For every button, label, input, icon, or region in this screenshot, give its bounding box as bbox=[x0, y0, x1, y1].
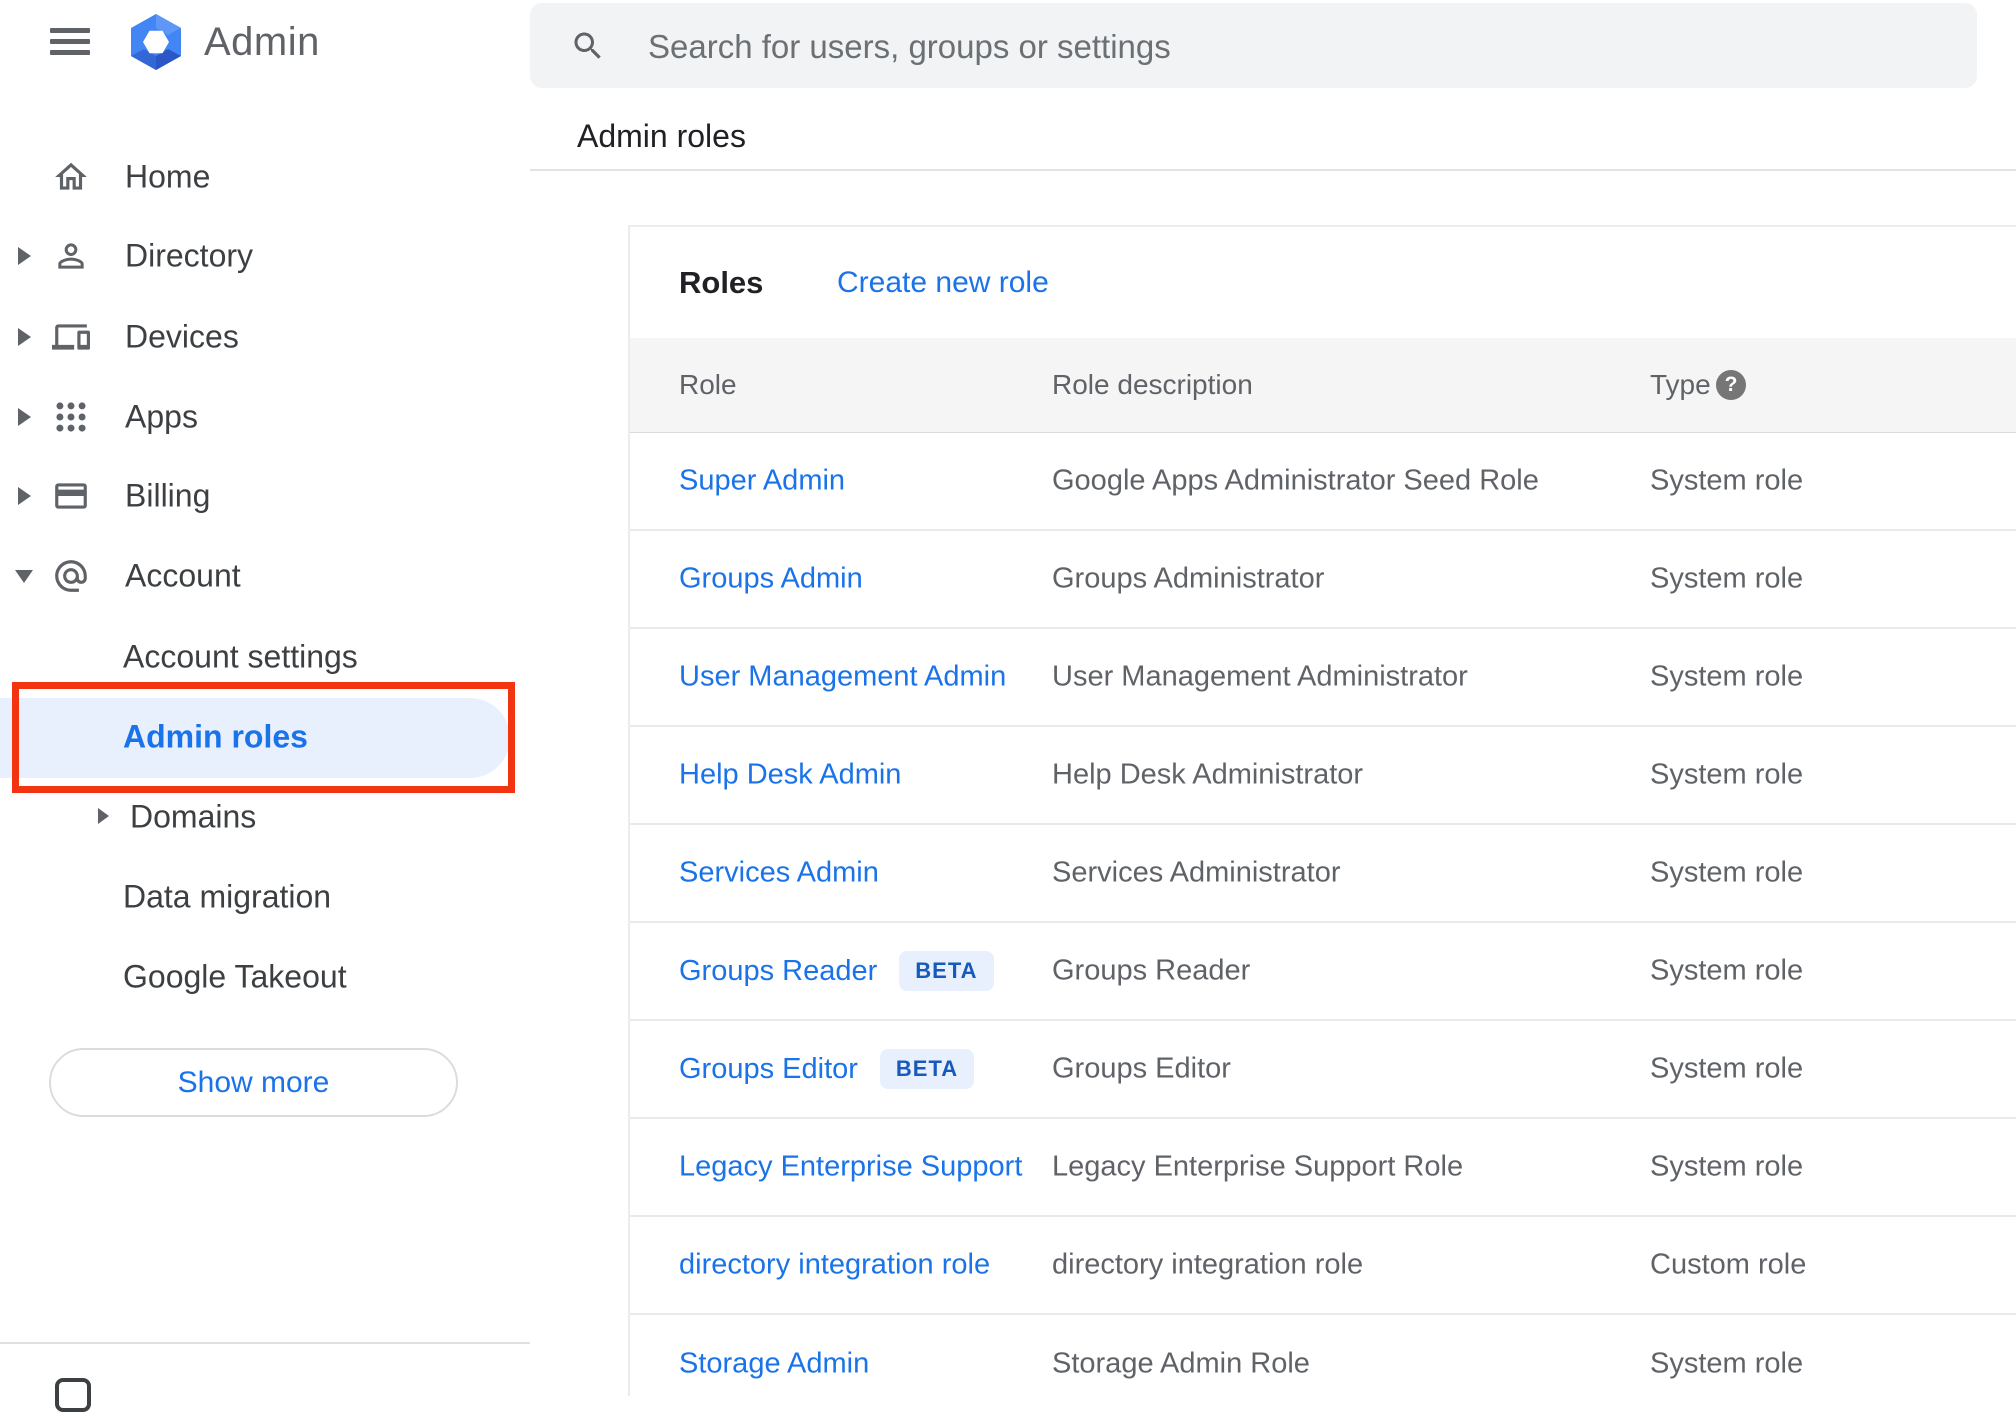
role-link[interactable]: Storage Admin bbox=[679, 1348, 869, 1381]
table-row: directory integration role directory int… bbox=[630, 1217, 2016, 1315]
table-row: Help Desk Admin Help Desk Administrator … bbox=[630, 727, 2016, 825]
role-type: System role bbox=[1650, 856, 1804, 889]
role-description: directory integration role bbox=[1052, 1248, 1364, 1281]
sidebar-item-directory[interactable]: Directory bbox=[0, 216, 512, 296]
sidebar-item-domains[interactable]: Domains bbox=[0, 777, 512, 857]
sidebar-item-label: Google Takeout bbox=[123, 958, 347, 995]
devices-icon bbox=[52, 318, 90, 356]
sidebar-item-label: Account bbox=[125, 557, 241, 594]
expand-arrow-icon bbox=[18, 487, 31, 505]
sidebar-item-label: Devices bbox=[125, 318, 239, 355]
sidebar-item-home[interactable]: Home bbox=[0, 137, 512, 217]
hamburger-menu-icon[interactable] bbox=[50, 28, 90, 55]
sidebar-item-label: Account settings bbox=[123, 638, 358, 675]
partially-visible-icon bbox=[55, 1378, 91, 1412]
sidebar-item-label: Data migration bbox=[123, 878, 332, 915]
create-new-role-link[interactable]: Create new role bbox=[837, 266, 1049, 300]
role-link[interactable]: Help Desk Admin bbox=[679, 759, 901, 792]
sidebar-item-devices[interactable]: Devices bbox=[0, 297, 512, 377]
role-link[interactable]: Groups Admin bbox=[679, 563, 863, 596]
search-icon bbox=[570, 28, 606, 64]
column-header-description: Role description bbox=[1052, 369, 1253, 400]
apps-grid-icon bbox=[52, 398, 90, 436]
beta-badge: BETA bbox=[879, 1049, 975, 1089]
table-row: User Management Admin User Management Ad… bbox=[630, 629, 2016, 727]
role-description: Groups Editor bbox=[1052, 1052, 1231, 1085]
person-icon bbox=[52, 237, 90, 275]
roles-toolbar: Roles Create new role bbox=[630, 227, 2016, 339]
sidebar-item-label: Directory bbox=[125, 237, 254, 274]
help-icon[interactable]: ? bbox=[1716, 370, 1746, 400]
table-row: Groups Reader BETA Groups Reader System … bbox=[630, 923, 2016, 1021]
breadcrumb: Admin roles bbox=[577, 118, 746, 154]
column-header-role: Role bbox=[679, 369, 737, 400]
search-input[interactable] bbox=[646, 3, 1940, 90]
table-header-row: Role Role description Type ? bbox=[630, 338, 2016, 433]
sidebar-item-label: Home bbox=[125, 158, 211, 195]
expand-arrow-icon bbox=[18, 328, 31, 346]
sidebar-item-label: Apps bbox=[125, 398, 198, 435]
collapse-arrow-icon bbox=[15, 570, 33, 583]
beta-badge: BETA bbox=[899, 951, 994, 991]
role-type: System role bbox=[1650, 1347, 1804, 1380]
role-link[interactable]: Groups Editor BETA bbox=[679, 1049, 975, 1089]
admin-logo-text: Admin bbox=[204, 19, 320, 64]
role-description: Help Desk Administrator bbox=[1052, 758, 1364, 791]
table-row: Super Admin Google Apps Administrator Se… bbox=[630, 433, 2016, 531]
role-description: Google Apps Administrator Seed Role bbox=[1052, 464, 1539, 497]
table-row: Groups Admin Groups Administrator System… bbox=[630, 531, 2016, 629]
at-email-icon bbox=[52, 557, 90, 595]
admin-hexagon-logo-icon bbox=[131, 14, 181, 70]
table-row: Services Admin Services Administrator Sy… bbox=[630, 825, 2016, 923]
role-link[interactable]: User Management Admin bbox=[679, 661, 1006, 694]
role-description: Legacy Enterprise Support Role bbox=[1052, 1150, 1464, 1183]
role-type: System role bbox=[1650, 1052, 1804, 1085]
expand-arrow-icon bbox=[18, 408, 31, 426]
table-row: Storage Admin Storage Admin Role System … bbox=[630, 1315, 2016, 1413]
role-link[interactable]: Legacy Enterprise Support bbox=[679, 1151, 1022, 1184]
role-type: Custom role bbox=[1650, 1248, 1807, 1281]
sidebar-item-billing[interactable]: Billing bbox=[0, 456, 512, 536]
sidebar-item-apps[interactable]: Apps bbox=[0, 377, 512, 457]
expand-arrow-icon bbox=[98, 808, 109, 824]
credit-card-icon bbox=[52, 477, 90, 515]
table-row: Groups Editor BETA Groups Editor System … bbox=[630, 1021, 2016, 1119]
expand-arrow-icon bbox=[18, 247, 31, 265]
role-link[interactable]: Super Admin bbox=[679, 465, 845, 498]
column-header-type: Type bbox=[1650, 369, 1711, 400]
sidebar-item-account[interactable]: Account bbox=[0, 536, 512, 616]
admin-logo: Admin bbox=[126, 12, 320, 72]
search-bar bbox=[530, 3, 1977, 90]
header-divider bbox=[530, 169, 2016, 171]
table-row: Legacy Enterprise Support Legacy Enterpr… bbox=[630, 1119, 2016, 1217]
page-title: Roles bbox=[679, 265, 764, 300]
role-type: System role bbox=[1650, 562, 1804, 595]
role-link[interactable]: Groups Reader BETA bbox=[679, 951, 994, 991]
role-description: Groups Administrator bbox=[1052, 562, 1325, 595]
sidebar-bottom-divider bbox=[0, 1342, 530, 1344]
role-type: System role bbox=[1650, 954, 1804, 987]
sidebar-item-data-migration[interactable]: Data migration bbox=[0, 857, 512, 937]
role-link-label: Groups Reader bbox=[679, 954, 878, 987]
role-type: System role bbox=[1650, 464, 1804, 497]
role-description: User Management Administrator bbox=[1052, 660, 1468, 693]
role-description: Groups Reader bbox=[1052, 954, 1251, 987]
show-more-button[interactable]: Show more bbox=[49, 1048, 458, 1117]
sidebar-item-google-takeout[interactable]: Google Takeout bbox=[0, 937, 512, 1017]
sidebar: Admin Home Directory Devices Apps Billin… bbox=[0, 0, 530, 1412]
role-description: Storage Admin Role bbox=[1052, 1347, 1310, 1380]
role-link[interactable]: Services Admin bbox=[679, 857, 879, 890]
role-type: System role bbox=[1650, 758, 1804, 791]
show-more-label: Show more bbox=[177, 1065, 330, 1099]
role-type: System role bbox=[1650, 660, 1804, 693]
sidebar-item-label: Billing bbox=[125, 477, 211, 514]
roles-card: Roles Create new role Role Role descript… bbox=[628, 225, 2016, 1396]
sidebar-item-label: Domains bbox=[130, 798, 257, 835]
role-link[interactable]: directory integration role bbox=[679, 1249, 990, 1282]
role-link-label: Groups Editor bbox=[679, 1052, 858, 1085]
home-icon bbox=[52, 158, 90, 196]
role-type: System role bbox=[1650, 1150, 1804, 1183]
role-description: Services Administrator bbox=[1052, 856, 1341, 889]
